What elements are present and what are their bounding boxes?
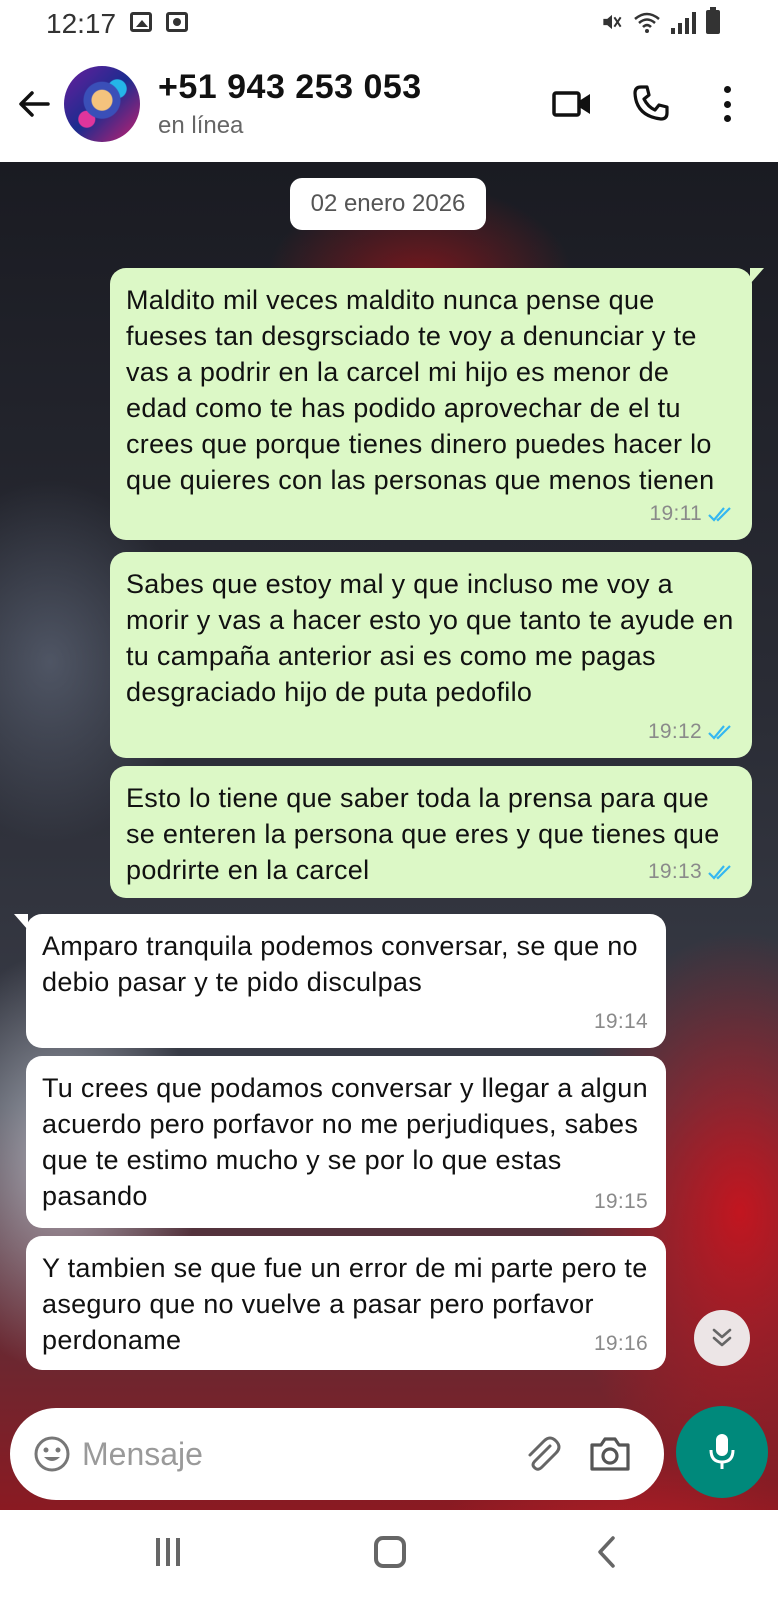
attach-icon[interactable] (520, 1432, 564, 1476)
message-incoming[interactable]: Tu crees que podamos conversar y llegar … (26, 1056, 666, 1228)
contact-name[interactable]: +51 943 253 053 (158, 68, 422, 107)
camera-icon[interactable] (588, 1434, 632, 1474)
mute-icon (603, 14, 622, 30)
message-outgoing[interactable]: Sabes que estoy mal y que incluso me voy… (110, 552, 752, 758)
message-meta: 19:13 (648, 854, 734, 890)
back-arrow-icon[interactable] (14, 84, 54, 124)
read-ticks-icon (708, 725, 731, 740)
recents-icon[interactable] (156, 1538, 180, 1566)
message-meta: 19:14 (594, 1004, 648, 1040)
read-ticks-icon (708, 507, 731, 522)
video-call-icon[interactable] (552, 88, 592, 120)
message-text: Maldito mil veces maldito nunca pense qu… (126, 285, 715, 495)
avatar[interactable] (64, 66, 140, 142)
message-outgoing[interactable]: Esto lo tiene que saber toda la prensa p… (110, 766, 752, 898)
battery-icon (706, 7, 720, 34)
signal-icon (671, 10, 696, 34)
message-time: 19:14 (593, 1010, 648, 1033)
message-time: 19:12 (647, 720, 702, 743)
home-icon[interactable] (374, 1536, 406, 1568)
scroll-down-icon (712, 1328, 732, 1347)
message-text: Y tambien se que fue un error de mi part… (42, 1253, 648, 1355)
phone-icon[interactable] (632, 84, 670, 122)
message-text: Amparo tranquila podemos conversar, se q… (42, 931, 638, 997)
message-time: 19:11 (649, 502, 702, 525)
message-meta: 19:11 (650, 496, 735, 532)
message-meta: 19:12 (648, 714, 734, 750)
message-meta: 19:15 (594, 1184, 648, 1220)
emoji-icon[interactable] (32, 1434, 72, 1474)
message-incoming[interactable]: Y tambien se que fue un error de mi part… (26, 1236, 666, 1370)
mic-icon (709, 1434, 735, 1469)
message-outgoing[interactable]: Maldito mil veces maldito nunca pense qu… (110, 268, 764, 540)
message-time: 19:13 (647, 860, 702, 883)
composer-bar (10, 1408, 664, 1500)
system-nav-bar (0, 1510, 778, 1600)
status-bar: 12:17 (0, 0, 778, 48)
mic-button[interactable] (676, 1406, 768, 1498)
message-incoming[interactable]: Amparo tranquila podemos conversar, se q… (14, 914, 666, 1048)
message-time: 19:16 (593, 1332, 648, 1355)
status-time: 12:17 (46, 8, 117, 39)
chat-header: +51 943 253 053 en línea (0, 48, 778, 162)
nav-back-icon[interactable] (592, 1534, 622, 1570)
message-meta: 19:16 (594, 1326, 648, 1362)
message-input[interactable] (82, 1430, 502, 1478)
wifi-icon (634, 12, 660, 33)
message-time: 19:15 (593, 1190, 648, 1213)
message-text: Esto lo tiene que saber toda la prensa p… (126, 783, 720, 885)
scroll-down-button[interactable] (694, 1310, 750, 1366)
more-vert-icon[interactable] (722, 86, 732, 122)
chat-area[interactable]: 02 enero 2026 Maldito mil veces maldito … (0, 162, 778, 1510)
status-notification-icons (130, 12, 188, 32)
message-text: Sabes que estoy mal y que incluso me voy… (126, 569, 734, 707)
read-ticks-icon (708, 865, 731, 880)
screen-record-icon (166, 12, 188, 32)
status-system-icons (601, 7, 720, 34)
contact-status: en línea (158, 112, 244, 139)
message-text: Tu crees que podamos conversar y llegar … (42, 1073, 648, 1211)
date-chip: 02 enero 2026 (290, 178, 486, 230)
gallery-notification-icon (130, 12, 152, 32)
